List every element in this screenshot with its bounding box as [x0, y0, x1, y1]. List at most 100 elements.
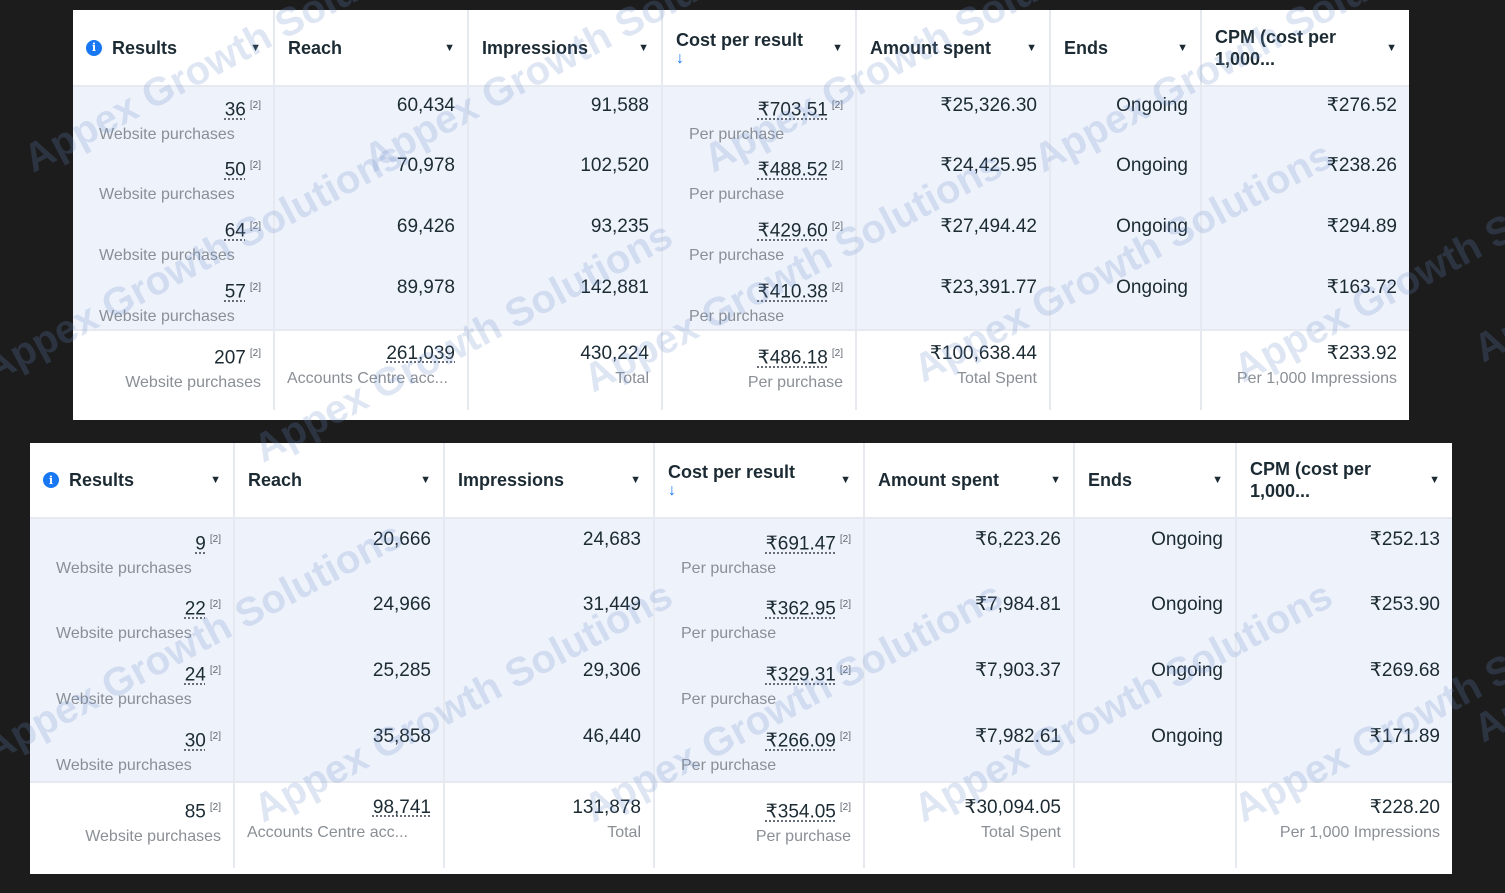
info-icon[interactable]: i	[43, 472, 59, 488]
cell-value[interactable]: ₹486.18 [2]	[675, 343, 843, 369]
cell-value-text[interactable]: ₹691.47	[766, 533, 836, 554]
caret-down-icon[interactable]: ▼	[1026, 42, 1037, 54]
caret-down-icon[interactable]: ▼	[1429, 474, 1440, 486]
table-row[interactable]: 57 [2] Website purchases 89,978 142,881 ₹410.…	[73, 269, 1409, 330]
column-header-content[interactable]: Cost per result ↓ ▼	[663, 29, 855, 67]
cell-value[interactable]: ₹266.09 [2]	[681, 726, 851, 752]
cell-value[interactable]: ₹488.52 [2]	[689, 155, 843, 181]
cell-value-text[interactable]: ₹488.52	[758, 159, 828, 180]
info-icon[interactable]: i	[86, 39, 102, 56]
caret-down-icon[interactable]: ▼	[832, 42, 843, 54]
column-header-amount-spent[interactable]: Amount spent ▼	[856, 10, 1051, 87]
cell-value-text[interactable]: ₹410.38	[758, 281, 828, 302]
cell-value[interactable]: ₹703.51 [2]	[689, 95, 843, 121]
column-header-content[interactable]: Impressions ▼	[469, 37, 661, 59]
caret-down-icon[interactable]: ▼	[1177, 42, 1188, 54]
cell-value-text[interactable]: 30	[185, 730, 206, 751]
cell-value-text[interactable]: 261,039	[386, 343, 455, 364]
cell-value[interactable]: 24 [2]	[56, 660, 221, 686]
table-row[interactable]: 22 [2] Website purchases 24,966 31,449 ₹362.9…	[30, 584, 1452, 650]
caret-down-icon[interactable]: ▼	[420, 474, 431, 486]
cell-value-text[interactable]: ₹703.51	[758, 99, 828, 120]
column-header-cpm[interactable]: CPM (cost per 1,000... ▼	[1236, 443, 1452, 519]
cell-value: ₹276.52	[1214, 95, 1397, 117]
cell-value-text: 60,434	[396, 95, 455, 116]
cell-value[interactable]: 50 [2]	[99, 155, 261, 181]
cell-value-text[interactable]: ₹362.95	[766, 598, 836, 619]
table-row[interactable]: 30 [2] Website purchases 35,858 46,440 ₹266.0…	[30, 716, 1452, 782]
cell-value[interactable]: ₹429.60 [2]	[689, 216, 843, 242]
cell-value[interactable]: 98,741	[247, 797, 431, 819]
cell-content: Ongoing	[1051, 147, 1200, 177]
cell-value-text[interactable]: ₹354.05	[766, 801, 836, 822]
caret-down-icon[interactable]: ▼	[250, 42, 261, 54]
caret-down-icon[interactable]: ▼	[1386, 42, 1397, 54]
table-row[interactable]: 24 [2] Website purchases 25,285 29,306 ₹329.3…	[30, 650, 1452, 716]
cell-value-text[interactable]: 57	[225, 281, 246, 302]
cell-value[interactable]: 22 [2]	[56, 594, 221, 620]
column-header-content[interactable]: Reach ▼	[235, 469, 443, 491]
column-header-ends[interactable]: Ends ▼	[1074, 443, 1237, 519]
cell-value[interactable]: 261,039	[287, 343, 455, 365]
cell-value-text[interactable]: 24	[185, 664, 206, 685]
cell-value[interactable]: 57 [2]	[99, 277, 261, 303]
caret-down-icon[interactable]: ▼	[1212, 474, 1223, 486]
column-header-results[interactable]: i Results ▼	[73, 10, 275, 87]
cell-value[interactable]: ₹410.38 [2]	[689, 277, 843, 303]
caret-down-icon[interactable]: ▼	[210, 474, 221, 486]
column-header-content[interactable]: Amount spent ▼	[857, 37, 1049, 59]
cell-value[interactable]: 36 [2]	[99, 95, 261, 121]
cell-value[interactable]: ₹362.95 [2]	[681, 594, 851, 620]
cell-value-text: Ongoing	[1151, 529, 1223, 550]
cell-value-text[interactable]: ₹266.09	[766, 730, 836, 751]
cell-value[interactable]: 64 [2]	[99, 216, 261, 242]
cell-value-text[interactable]: 50	[225, 159, 246, 180]
column-header-results[interactable]: i Results ▼	[30, 443, 235, 519]
column-header-content[interactable]: Reach ▼	[275, 37, 467, 59]
cell-value[interactable]: ₹329.31 [2]	[681, 660, 851, 686]
table-row[interactable]: 50 [2] Website purchases 70,978 102,520 ₹488.…	[73, 147, 1409, 208]
cpm-cell: ₹269.68	[1236, 650, 1452, 716]
caret-down-icon[interactable]: ▼	[840, 474, 851, 486]
column-header-content[interactable]: Ends ▼	[1075, 469, 1235, 491]
cell-value-text[interactable]: ₹486.18	[758, 347, 828, 368]
cell-value-text[interactable]: 22	[185, 598, 206, 619]
column-header-content[interactable]: i Results ▼	[73, 37, 273, 59]
arrow-down-icon[interactable]: ↓	[668, 483, 795, 499]
column-header-impressions[interactable]: Impressions ▼	[444, 443, 655, 519]
cell-value[interactable]: 30 [2]	[56, 726, 221, 752]
cell-subtext: Website purchases	[99, 308, 235, 326]
column-header-amount-spent[interactable]: Amount spent ▼	[864, 443, 1075, 519]
cell-value[interactable]: ₹354.05 [2]	[667, 797, 851, 823]
column-header-content[interactable]: CPM (cost per 1,000... ▼	[1202, 26, 1409, 70]
caret-down-icon[interactable]: ▼	[630, 474, 641, 486]
cell-value-text[interactable]: 9	[195, 533, 206, 554]
arrow-down-icon[interactable]: ↓	[676, 50, 803, 67]
table-row[interactable]: 64 [2] Website purchases 69,426 93,235 ₹429.6…	[73, 208, 1409, 269]
column-header-reach[interactable]: Reach ▼	[234, 443, 445, 519]
caret-down-icon[interactable]: ▼	[638, 42, 649, 54]
column-header-cpm[interactable]: CPM (cost per 1,000... ▼	[1201, 10, 1409, 87]
column-header-ends[interactable]: Ends ▼	[1050, 10, 1202, 87]
column-header-content[interactable]: Ends ▼	[1051, 37, 1200, 59]
cell-value[interactable]: ₹691.47 [2]	[681, 529, 851, 555]
cell-value-text[interactable]: 36	[225, 99, 246, 120]
caret-down-icon[interactable]: ▼	[444, 42, 455, 54]
column-header-content[interactable]: Impressions ▼	[445, 469, 653, 491]
column-header-cost-per-result[interactable]: Cost per result ↓ ▼	[654, 443, 865, 519]
column-header-content[interactable]: Cost per result ↓ ▼	[655, 461, 863, 499]
column-header-impressions[interactable]: Impressions ▼	[468, 10, 663, 87]
column-header-content[interactable]: Amount spent ▼	[865, 469, 1073, 491]
column-header-content[interactable]: i Results ▼	[30, 469, 233, 491]
cell-value-text[interactable]: 98,741	[373, 797, 431, 818]
column-header-cost-per-result[interactable]: Cost per result ↓ ▼	[662, 10, 857, 87]
cell-value-text[interactable]: 64	[225, 220, 246, 241]
column-header-reach[interactable]: Reach ▼	[274, 10, 469, 87]
caret-down-icon[interactable]: ▼	[1050, 474, 1061, 486]
cell-value-text[interactable]: ₹329.31	[766, 664, 836, 685]
table-row[interactable]: 9 [2] Website purchases 20,666 24,683 ₹691.47…	[30, 518, 1452, 584]
cell-value-text[interactable]: ₹429.60	[758, 220, 828, 241]
cell-value[interactable]: 9 [2]	[56, 529, 221, 555]
column-header-content[interactable]: CPM (cost per 1,000... ▼	[1237, 458, 1452, 502]
table-row[interactable]: 36 [2] Website purchases 60,434 91,588 ₹703.5…	[73, 86, 1409, 147]
